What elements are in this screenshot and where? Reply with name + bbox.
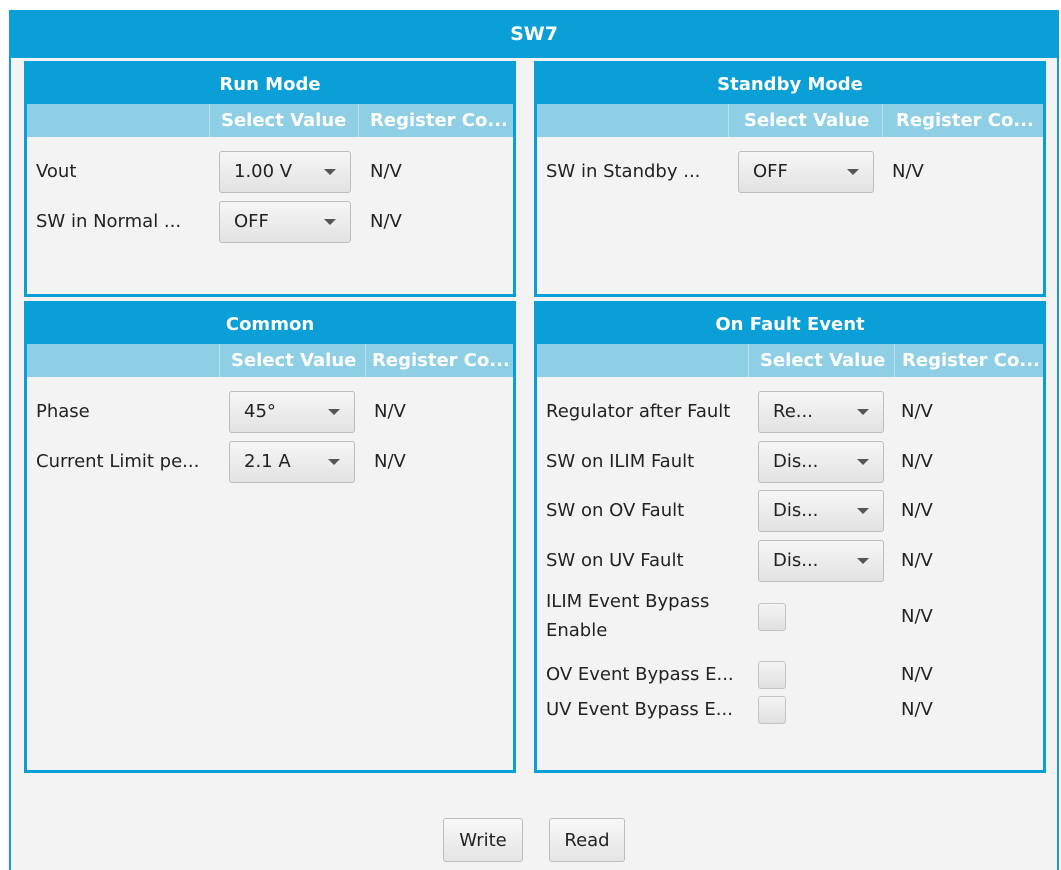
- sw-standby-row: SW in Standby ... OFF N/V: [537, 150, 1043, 194]
- phase-value: 45°: [244, 401, 276, 422]
- uv-bypass-checkbox[interactable]: [758, 696, 786, 724]
- sw-uv-fault-value: Dis...: [773, 550, 819, 571]
- regulator-after-fault-select[interactable]: Re...: [758, 391, 884, 433]
- common-panel: Common Select Value Register Co... Phase…: [24, 301, 516, 773]
- regulator-after-fault-value: Re...: [773, 401, 813, 422]
- current-limit-register: N/V: [374, 451, 406, 472]
- read-button[interactable]: Read: [549, 818, 625, 862]
- vout-row: Vout 1.00 V N/V: [27, 150, 513, 194]
- run-mode-column-header: Select Value Register Co...: [27, 104, 513, 137]
- sw-standby-label: SW in Standby ...: [546, 161, 701, 182]
- select-value-header[interactable]: Select Value: [744, 104, 874, 137]
- sw-standby-select[interactable]: OFF: [738, 151, 874, 193]
- ilim-bypass-label: ILIM Event Bypass Enable: [546, 591, 710, 641]
- vout-select[interactable]: 1.00 V: [219, 151, 351, 193]
- standby-mode-panel: Standby Mode Select Value Register Co...…: [534, 61, 1046, 297]
- sw-ov-fault-register: N/V: [901, 500, 933, 521]
- column-separator: [358, 104, 359, 137]
- select-value-header[interactable]: Select Value: [760, 344, 890, 377]
- sw-uv-fault-label: SW on UV Fault: [546, 550, 684, 571]
- sw7-window: SW7 Run Mode Select Value Register Co...…: [9, 10, 1059, 870]
- ilim-bypass-row: ILIM Event Bypass Enable N/V: [537, 587, 1043, 647]
- ov-bypass-label: OV Event Bypass E...: [546, 664, 734, 685]
- sw-normal-register: N/V: [370, 211, 402, 232]
- window-title: SW7: [11, 10, 1057, 58]
- sw-ilim-fault-label: SW on ILIM Fault: [546, 451, 695, 472]
- chevron-down-icon: [324, 169, 336, 175]
- run-mode-title: Run Mode: [27, 64, 513, 104]
- sw-uv-fault-register: N/V: [901, 550, 933, 571]
- sw-ilim-fault-register: N/V: [901, 451, 933, 472]
- column-separator: [894, 344, 895, 377]
- write-button[interactable]: Write: [443, 818, 523, 862]
- sw-ov-fault-label: SW on OV Fault: [546, 500, 685, 521]
- vout-value: 1.00 V: [234, 161, 293, 182]
- sw-standby-register: N/V: [892, 161, 924, 182]
- column-separator: [748, 344, 749, 377]
- phase-row: Phase 45° N/V: [27, 390, 513, 434]
- column-separator: [882, 104, 883, 137]
- ov-bypass-row: OV Event Bypass E... N/V: [537, 657, 1043, 693]
- common-column-header: Select Value Register Co...: [27, 344, 513, 377]
- chevron-down-icon: [847, 169, 859, 175]
- column-separator: [728, 104, 729, 137]
- uv-bypass-label: UV Event Bypass E...: [546, 699, 733, 720]
- fault-column-header: Select Value Register Co...: [537, 344, 1043, 377]
- column-separator: [209, 104, 210, 137]
- column-separator: [365, 344, 366, 377]
- register-header[interactable]: Register Co...: [370, 104, 510, 137]
- select-value-header[interactable]: Select Value: [221, 104, 351, 137]
- column-separator: [219, 344, 220, 377]
- sw-uv-fault-select[interactable]: Dis...: [758, 540, 884, 582]
- chevron-down-icon: [324, 219, 336, 225]
- ov-bypass-checkbox[interactable]: [758, 661, 786, 689]
- phase-label: Phase: [36, 401, 90, 422]
- chevron-down-icon: [857, 558, 869, 564]
- phase-register: N/V: [374, 401, 406, 422]
- current-limit-select[interactable]: 2.1 A: [229, 441, 355, 483]
- standby-mode-title: Standby Mode: [537, 64, 1043, 104]
- ilim-bypass-checkbox[interactable]: [758, 603, 786, 631]
- on-fault-event-panel: On Fault Event Select Value Register Co.…: [534, 301, 1046, 773]
- on-fault-event-title: On Fault Event: [537, 304, 1043, 344]
- chevron-down-icon: [857, 409, 869, 415]
- register-header[interactable]: Register Co...: [902, 344, 1042, 377]
- sw-ov-fault-select[interactable]: Dis...: [758, 490, 884, 532]
- register-header[interactable]: Register Co...: [372, 344, 512, 377]
- standby-column-header: Select Value Register Co...: [537, 104, 1043, 137]
- sw-ilim-fault-select[interactable]: Dis...: [758, 441, 884, 483]
- common-title: Common: [27, 304, 513, 344]
- current-limit-label: Current Limit pe...: [36, 451, 200, 472]
- sw-ov-fault-value: Dis...: [773, 500, 819, 521]
- vout-label: Vout: [36, 161, 77, 182]
- sw-normal-label: SW in Normal ...: [36, 211, 182, 232]
- register-header[interactable]: Register Co...: [896, 104, 1036, 137]
- chevron-down-icon: [857, 508, 869, 514]
- vout-register: N/V: [370, 161, 402, 182]
- chevron-down-icon: [857, 459, 869, 465]
- sw-ilim-fault-row: SW on ILIM Fault Dis... N/V: [537, 440, 1043, 484]
- sw-normal-select[interactable]: OFF: [219, 201, 351, 243]
- sw-ov-fault-row: SW on OV Fault Dis... N/V: [537, 489, 1043, 533]
- ov-bypass-register: N/V: [901, 664, 933, 685]
- uv-bypass-row: UV Event Bypass E... N/V: [537, 692, 1043, 728]
- phase-select[interactable]: 45°: [229, 391, 355, 433]
- regulator-after-fault-register: N/V: [901, 401, 933, 422]
- uv-bypass-register: N/V: [901, 699, 933, 720]
- ilim-bypass-register: N/V: [901, 606, 933, 627]
- sw-standby-value: OFF: [753, 161, 788, 182]
- regulator-after-fault-row: Regulator after Fault Re... N/V: [537, 390, 1043, 434]
- current-limit-value: 2.1 A: [244, 451, 291, 472]
- regulator-after-fault-label: Regulator after Fault: [546, 401, 731, 422]
- sw-normal-value: OFF: [234, 211, 269, 232]
- current-limit-row: Current Limit pe... 2.1 A N/V: [27, 440, 513, 484]
- sw-normal-row: SW in Normal ... OFF N/V: [27, 200, 513, 244]
- chevron-down-icon: [328, 459, 340, 465]
- select-value-header[interactable]: Select Value: [231, 344, 361, 377]
- run-mode-panel: Run Mode Select Value Register Co... Vou…: [24, 61, 516, 297]
- sw-ilim-fault-value: Dis...: [773, 451, 819, 472]
- sw-uv-fault-row: SW on UV Fault Dis... N/V: [537, 539, 1043, 583]
- chevron-down-icon: [328, 409, 340, 415]
